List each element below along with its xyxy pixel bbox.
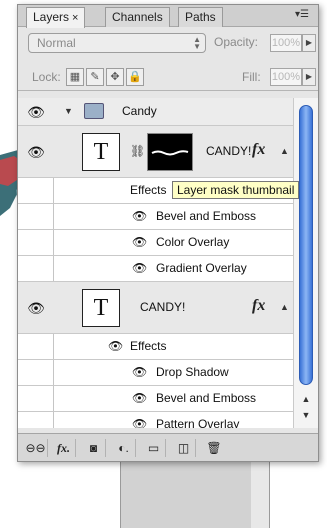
- tab-paths-label: Paths: [185, 10, 216, 24]
- blend-row: Normal ▲ ▼ Opacity: 100% ▶: [18, 28, 318, 58]
- layer-style-icon[interactable]: fx.: [52, 439, 76, 457]
- fx-icon[interactable]: fx: [252, 141, 265, 159]
- expand-effects-icon[interactable]: ▲: [280, 146, 289, 156]
- close-icon[interactable]: ×: [72, 12, 78, 24]
- adjustment-layer-icon[interactable]: ◐.: [112, 439, 136, 457]
- disclosure-triangle-icon[interactable]: ▼: [64, 106, 73, 116]
- eye-icon[interactable]: 👁: [132, 365, 147, 379]
- layer-name: CANDY!: [206, 144, 252, 158]
- opacity-arrow-icon[interactable]: ▶: [302, 34, 316, 52]
- lock-row: Lock: ▦ ✎ ✥ 🔒 Fill: 100% ▶: [18, 63, 318, 91]
- effect-name: Color Overlay: [156, 235, 230, 249]
- eye-icon[interactable]: 👁: [27, 301, 45, 315]
- new-layer-icon[interactable]: ◫: [172, 439, 196, 457]
- effect-name: Drop Shadow: [156, 365, 229, 379]
- eye-icon[interactable]: 👁: [132, 235, 147, 249]
- lock-all-icon[interactable]: 🔒: [126, 68, 144, 86]
- blend-mode-select[interactable]: Normal ▲ ▼: [28, 33, 206, 53]
- effect-name: Pattern Overlay: [156, 417, 240, 428]
- effects-header-row[interactable]: 👁 Effects: [18, 334, 294, 360]
- effect-row[interactable]: 👁 Pattern Overlay: [18, 412, 294, 428]
- opacity-field[interactable]: 100%: [270, 34, 302, 52]
- tab-paths[interactable]: Paths: [178, 7, 223, 27]
- link-icon[interactable]: ⛓: [130, 144, 145, 158]
- effect-name: Bevel and Emboss: [156, 391, 257, 405]
- scroll-thumb[interactable]: [299, 105, 313, 385]
- group-name: Candy: [122, 104, 157, 118]
- layers-scrollbar[interactable]: ▲ ▼: [293, 98, 318, 428]
- eye-icon[interactable]: 👁: [27, 145, 45, 159]
- fx-icon[interactable]: fx: [252, 297, 265, 315]
- layers-list: 👁 ▼ Candy 👁 T ⛓ CANDY! fx ▲ Effects 👁 Be…: [18, 98, 294, 428]
- lock-position-icon[interactable]: ✥: [106, 68, 124, 86]
- blend-mode-value: Normal: [37, 36, 76, 50]
- fill-label: Fill:: [242, 70, 261, 84]
- effect-name: Bevel and Emboss: [156, 209, 257, 223]
- tab-channels-label: Channels: [112, 10, 163, 24]
- layer-row[interactable]: 👁 T CANDY! fx ▲: [18, 282, 294, 334]
- eye-icon[interactable]: 👁: [132, 261, 147, 275]
- eye-icon[interactable]: 👁: [132, 391, 147, 405]
- effect-row[interactable]: 👁 Drop Shadow: [18, 360, 294, 386]
- eye-icon[interactable]: 👁: [27, 105, 45, 119]
- effect-row[interactable]: 👁 Gradient Overlay: [18, 256, 294, 282]
- layer-mask-thumbnail[interactable]: [147, 133, 193, 171]
- effects-label: Effects: [130, 183, 167, 197]
- layers-panel: Layers × Channels Paths ▾☰ Normal ▲ ▼ Opac…: [17, 4, 319, 462]
- fill-arrow-icon[interactable]: ▶: [302, 68, 316, 86]
- opacity-label: Opacity:: [214, 35, 259, 49]
- eye-icon[interactable]: 👁: [132, 417, 147, 428]
- effect-row[interactable]: 👁 Color Overlay: [18, 230, 294, 256]
- lock-image-icon[interactable]: ✎: [86, 68, 104, 86]
- eye-icon[interactable]: 👁: [108, 339, 123, 353]
- tab-channels[interactable]: Channels: [105, 7, 170, 27]
- mask-graphic-icon: [151, 150, 189, 156]
- new-group-icon[interactable]: ▭: [142, 439, 166, 457]
- lock-transparent-icon[interactable]: ▦: [66, 68, 84, 86]
- fill-field[interactable]: 100%: [270, 68, 302, 86]
- tab-layers-label: Layers: [33, 10, 70, 24]
- eye-icon[interactable]: 👁: [132, 209, 147, 223]
- folder-icon: [84, 103, 104, 119]
- tooltip: Layer mask thumbnail: [172, 181, 300, 199]
- scroll-down-icon[interactable]: ▼: [294, 410, 318, 424]
- delete-layer-icon[interactable]: 🗑: [202, 439, 226, 457]
- layer-name: CANDY!: [140, 300, 186, 314]
- effect-row[interactable]: 👁 Bevel and Emboss: [18, 386, 294, 412]
- link-layers-icon[interactable]: ⊖⊖: [24, 439, 48, 457]
- panel-tab-bar: Layers × Channels Paths ▾☰: [18, 5, 318, 28]
- layer-group-row[interactable]: 👁 ▼ Candy: [18, 98, 294, 126]
- layers-bottom-bar: ⊖⊖ fx. ◙ ◐. ▭ ◫ 🗑: [18, 433, 318, 461]
- canvas-background-shape: [120, 458, 270, 528]
- select-arrows-icon: ▲ ▼: [193, 35, 201, 51]
- layer-row[interactable]: 👁 T ⛓ CANDY! fx ▲: [18, 126, 294, 178]
- tab-layers[interactable]: Layers ×: [26, 7, 86, 28]
- expand-effects-icon[interactable]: ▲: [280, 302, 289, 312]
- effect-name: Gradient Overlay: [156, 261, 247, 275]
- text-layer-thumbnail[interactable]: T: [82, 289, 120, 327]
- panel-menu-icon[interactable]: ▾☰: [292, 9, 312, 23]
- text-layer-thumbnail[interactable]: T: [82, 133, 120, 171]
- effects-label: Effects: [130, 339, 167, 353]
- lock-label: Lock:: [32, 70, 61, 84]
- layer-mask-icon[interactable]: ◙: [82, 439, 106, 457]
- effect-row[interactable]: 👁 Bevel and Emboss: [18, 204, 294, 230]
- scroll-up-icon[interactable]: ▲: [294, 394, 318, 408]
